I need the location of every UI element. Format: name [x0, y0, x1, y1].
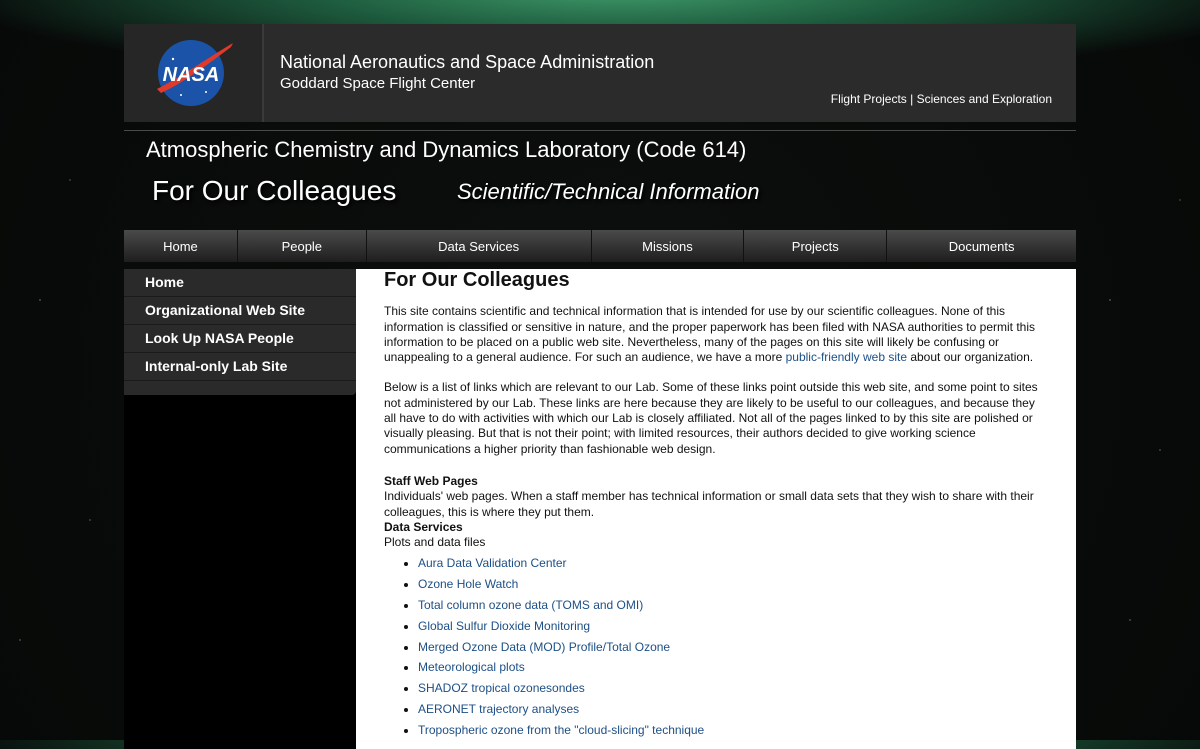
nasa-logo[interactable]: NASA	[124, 24, 264, 122]
sidebar-menu: Home Organizational Web Site Look Up NAS…	[124, 269, 356, 395]
data-services-link[interactable]: Data Services	[384, 520, 463, 534]
data-services-heading[interactable]: Data Services	[384, 520, 1046, 535]
data-links-list: Aura Data Validation Center Ozone Hole W…	[384, 556, 1046, 738]
intro-paragraph: This site contains scientific and techni…	[384, 304, 1046, 365]
svg-text:NASA: NASA	[163, 64, 220, 86]
sidebar-item-organizational-web-site[interactable]: Organizational Web Site	[124, 297, 356, 325]
org-name: National Aeronautics and Space Administr…	[280, 52, 655, 72]
nav-missions[interactable]: Missions	[592, 230, 745, 262]
header-links: Flight Projects | Sciences and Explorati…	[831, 92, 1052, 106]
list-item: SHADOZ tropical ozonesondes	[418, 681, 1046, 696]
aura-data-validation-link[interactable]: Aura Data Validation Center	[418, 556, 567, 570]
flight-projects-link[interactable]: Flight Projects	[831, 92, 907, 106]
list-item: Total column ozone data (TOMS and OMI)	[418, 598, 1046, 613]
nasa-meatball-icon: NASA	[157, 40, 233, 106]
nav-projects[interactable]: Projects	[744, 230, 888, 262]
nav-people[interactable]: People	[238, 230, 367, 262]
page-title: For Our Colleagues	[152, 175, 397, 206]
sulfur-dioxide-link[interactable]: Global Sulfur Dioxide Monitoring	[418, 619, 590, 633]
sidebar-item-internal-only-lab-site[interactable]: Internal-only Lab Site	[124, 353, 356, 381]
list-item: AERONET trajectory analyses	[418, 702, 1046, 717]
public-friendly-link[interactable]: public-friendly web site	[786, 350, 907, 364]
total-column-ozone-link[interactable]: Total column ozone data (TOMS and OMI)	[418, 598, 643, 612]
shadoz-link[interactable]: SHADOZ tropical ozonesondes	[418, 681, 585, 695]
page-wrapper: NASA National Aeronautics and Space Admi…	[124, 24, 1076, 749]
site-header: NASA National Aeronautics and Space Admi…	[124, 24, 1076, 122]
staff-web-pages-heading[interactable]: Staff Web Pages	[384, 474, 1046, 489]
staff-web-pages-link[interactable]: Staff Web Pages	[384, 474, 478, 488]
header-divider	[124, 130, 1076, 131]
cloud-slicing-link[interactable]: Tropospheric ozone from the "cloud-slici…	[418, 723, 704, 737]
main-nav: Home People Data Services Missions Proje…	[124, 230, 1076, 262]
main-body: Home Organizational Web Site Look Up NAS…	[124, 269, 1076, 749]
links-paragraph: Below is a list of links which are relev…	[384, 380, 1038, 456]
list-item: Ozone Hole Watch	[418, 577, 1046, 592]
lab-title: Atmospheric Chemistry and Dynamics Labor…	[146, 137, 747, 162]
list-item: Meteorological plots	[418, 660, 1046, 675]
nav-data-services[interactable]: Data Services	[367, 230, 592, 262]
nav-documents[interactable]: Documents	[887, 230, 1076, 262]
header-link-separator: |	[906, 92, 917, 106]
page-title-banner: For Our Colleagues Scientific/Technical …	[124, 163, 1076, 223]
data-services-text: Plots and data files	[384, 535, 486, 550]
merged-ozone-data-link[interactable]: Merged Ozone Data (MOD) Profile/Total Oz…	[418, 640, 670, 654]
meteorological-plots-link[interactable]: Meteorological plots	[418, 660, 525, 674]
page-subtitle: Scientific/Technical Information	[457, 179, 760, 204]
sciences-exploration-link[interactable]: Sciences and Exploration	[917, 92, 1052, 106]
aeronet-link[interactable]: AERONET trajectory analyses	[418, 702, 579, 716]
sidebar-item-look-up-nasa-people[interactable]: Look Up NASA People	[124, 325, 356, 353]
list-item: Global Sulfur Dioxide Monitoring	[418, 619, 1046, 634]
sidebar: Home Organizational Web Site Look Up NAS…	[124, 269, 356, 749]
list-item: Merged Ozone Data (MOD) Profile/Total Oz…	[418, 640, 1046, 655]
intro-text-end: about our organization.	[907, 350, 1034, 365]
content-heading: For Our Colleagues	[384, 269, 570, 291]
ozone-hole-watch-link[interactable]: Ozone Hole Watch	[418, 577, 518, 591]
main-content: For Our Colleagues This site contains sc…	[356, 269, 1076, 749]
nav-home[interactable]: Home	[124, 230, 238, 262]
list-item: Aura Data Validation Center	[418, 556, 1046, 571]
center-name: Goddard Space Flight Center	[280, 75, 476, 92]
org-block: National Aeronautics and Space Administr…	[264, 24, 654, 122]
list-item: Tropospheric ozone from the "cloud-slici…	[418, 723, 1046, 738]
sidebar-item-home[interactable]: Home	[124, 269, 356, 297]
staff-web-pages-text: Individuals' web pages. When a staff mem…	[384, 489, 1034, 519]
